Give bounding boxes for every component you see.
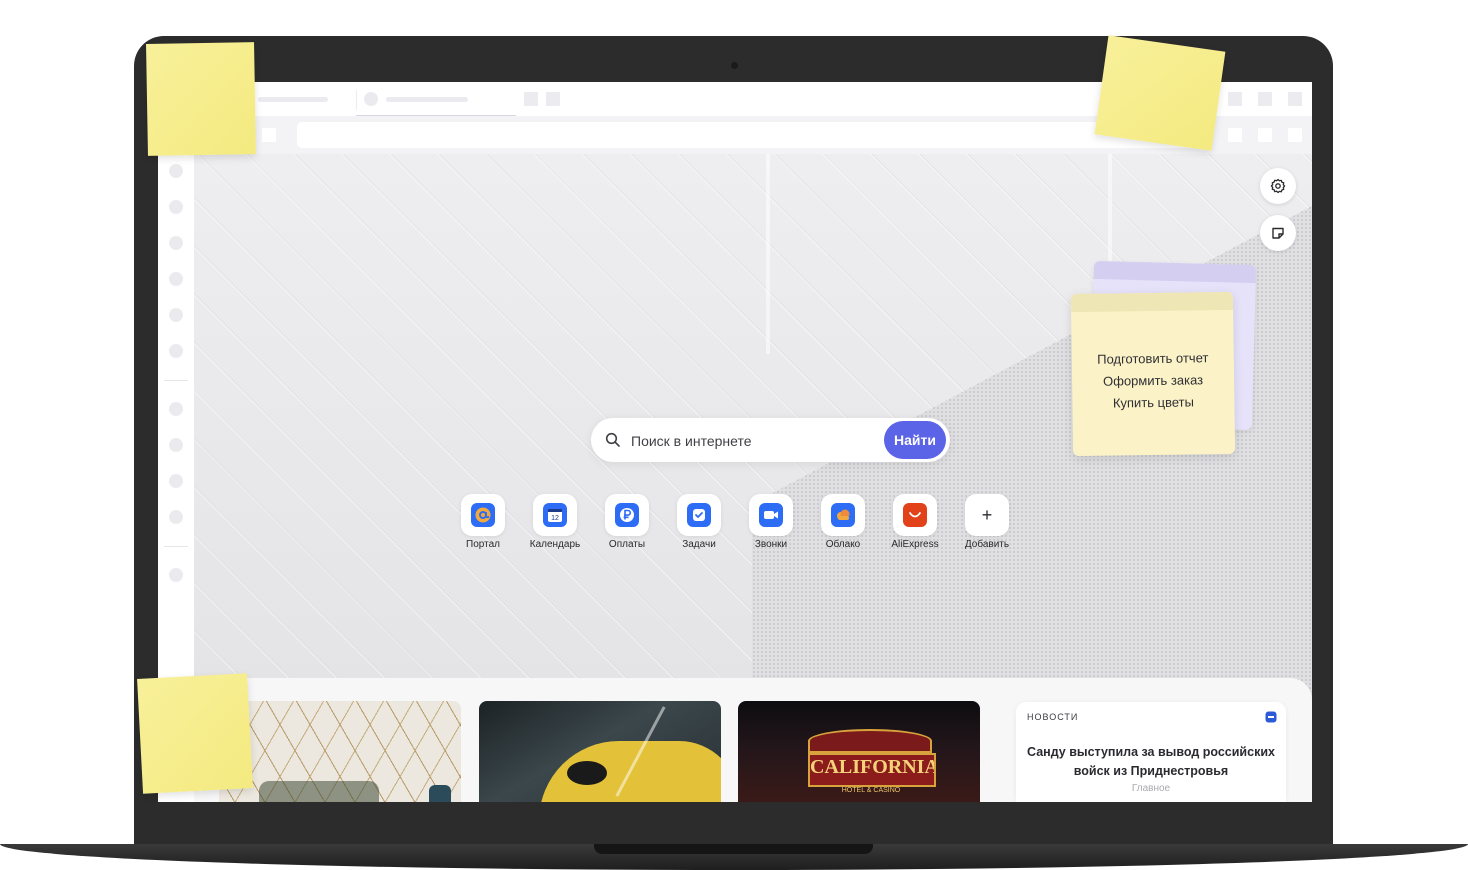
minimize-button-placeholder[interactable] [1228, 92, 1242, 106]
casino-sign-subtext: HOTEL & CASINO [841, 787, 901, 794]
video-call-icon [759, 503, 783, 527]
tab-button-placeholder[interactable] [524, 92, 538, 106]
ruble-payment-icon [615, 503, 639, 527]
shortcut-tile: 12 [533, 494, 577, 536]
sidebar-divider [164, 546, 188, 547]
settings-button[interactable] [1260, 168, 1296, 204]
feed-card-image-interior[interactable] [219, 701, 461, 802]
sidebar-item[interactable] [169, 438, 183, 452]
shortcut-tasks[interactable]: Задачи [659, 494, 739, 556]
laptop-hinge-notch [594, 844, 873, 854]
shortcut-payments[interactable]: Оплаты [587, 494, 667, 556]
shortcut-label: Облако [825, 539, 861, 550]
shortcut-label: Календарь [529, 539, 581, 550]
news-source-icon[interactable] [1265, 711, 1277, 723]
browser-screen: Найти Портал 12 Календарь [158, 82, 1312, 802]
sign-arch [808, 729, 932, 753]
plant-decoration [259, 781, 379, 802]
shortcut-label: AliExpress [891, 539, 939, 550]
sticky-note-widget[interactable]: Подготовить отчет Оформить заказ Купить … [1070, 291, 1236, 457]
shortcut-label: Портал [466, 539, 500, 550]
shortcut-portal[interactable]: Портал [443, 494, 523, 556]
news-headline[interactable]: Санду выступила за вывод российских войс… [1026, 743, 1276, 781]
nav-button-placeholder[interactable] [262, 128, 276, 142]
news-widget[interactable]: НОВОСТИ Санду выступила за вывод российс… [1016, 702, 1286, 802]
feed-card-image-car[interactable] [479, 701, 721, 802]
tab-title-placeholder[interactable] [258, 97, 328, 102]
shortcut-tile [893, 494, 937, 536]
sidebar-item[interactable] [169, 344, 183, 358]
note-header [1093, 260, 1257, 284]
sidebar-item[interactable] [169, 402, 183, 416]
decorative-sticky-note [1094, 35, 1226, 151]
search-box: Найти [591, 418, 950, 462]
sidebar-divider [164, 380, 188, 381]
new-tab-button-placeholder[interactable] [546, 92, 560, 106]
shortcut-label: Задачи [682, 539, 716, 550]
shortcut-calendar[interactable]: 12 Календарь [515, 494, 595, 556]
shortcut-label: Звонки [754, 539, 788, 550]
decorative-sticky-note [137, 673, 253, 794]
note-line: Купить цветы [1112, 394, 1194, 411]
news-category: Главное [1131, 783, 1171, 794]
toolbar-button-placeholder[interactable] [1228, 128, 1242, 142]
shortcut-tile: + [965, 494, 1009, 536]
close-button-placeholder[interactable] [1288, 92, 1302, 106]
search-icon [605, 432, 620, 447]
tab-divider [356, 90, 357, 110]
note-line: Оформить заказ [1102, 372, 1204, 389]
sticky-note-icon [1272, 227, 1284, 239]
sidebar-item[interactable] [169, 510, 183, 524]
sidebar-item[interactable] [169, 200, 183, 214]
shortcut-tile [461, 494, 505, 536]
gear-icon [1270, 178, 1286, 194]
mail-portal-icon [471, 503, 495, 527]
sidebar-item[interactable] [169, 272, 183, 286]
toolbar-button-placeholder[interactable] [1258, 128, 1272, 142]
calendar-icon: 12 [543, 503, 567, 527]
sidebar-item[interactable] [169, 474, 183, 488]
webcam [731, 62, 738, 69]
maximize-button-placeholder[interactable] [1258, 92, 1272, 106]
feed-card-image-casino[interactable]: CALIFORNIA HOTEL & CASINO [738, 701, 980, 802]
toolbar-button-placeholder[interactable] [1288, 128, 1302, 142]
sidebar-item[interactable] [169, 236, 183, 250]
shortcut-aliexpress[interactable]: AliExpress [875, 494, 955, 556]
sidebar-item[interactable] [169, 568, 183, 582]
note-header [1070, 291, 1234, 313]
vase-decoration [429, 785, 451, 802]
search-button[interactable]: Найти [884, 421, 946, 459]
shortcut-tile [605, 494, 649, 536]
sidebar-item[interactable] [169, 308, 183, 322]
shortcut-label: Добавить [964, 539, 1010, 550]
news-label: НОВОСТИ [1027, 712, 1079, 722]
note-line: Подготовить отчет [1097, 350, 1209, 367]
calendar-day: 12 [551, 515, 559, 522]
address-bar[interactable] [297, 122, 1209, 148]
tab-favicon-placeholder [364, 92, 378, 106]
active-tab-title-placeholder[interactable] [386, 97, 468, 102]
plus-icon: + [981, 505, 993, 525]
shortcut-tile [677, 494, 721, 536]
aliexpress-icon [903, 503, 927, 527]
notes-button[interactable] [1260, 215, 1296, 251]
shortcut-tile [821, 494, 865, 536]
shortcut-label: Оплаты [608, 539, 646, 550]
shortcut-add[interactable]: + Добавить [947, 494, 1027, 556]
car-headlight [567, 761, 607, 785]
cloud-icon [831, 503, 855, 527]
casino-sign: CALIFORNIA [808, 753, 936, 787]
shortcut-tile [749, 494, 793, 536]
shortcut-calls[interactable]: Звонки [731, 494, 811, 556]
sidebar-item[interactable] [169, 164, 183, 178]
task-check-icon [687, 503, 711, 527]
decorative-sticky-note [146, 42, 256, 156]
shortcut-cloud[interactable]: Облако [803, 494, 883, 556]
wallpaper-pole [766, 154, 770, 354]
search-input[interactable] [629, 428, 843, 454]
